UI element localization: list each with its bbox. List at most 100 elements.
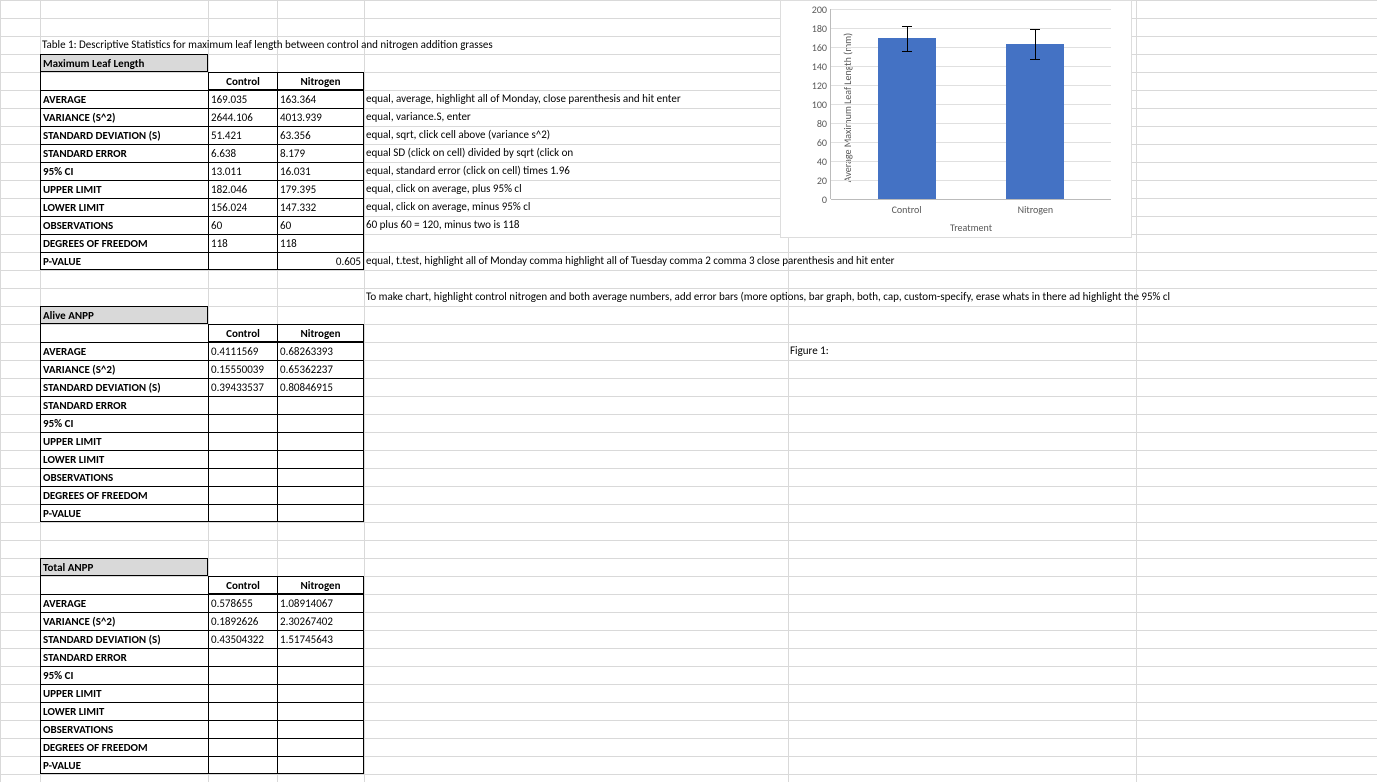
t1-note[interactable]: equal, click on average, minus 95% cl — [364, 198, 532, 216]
t1-note[interactable]: equal, standard error (click on cell) ti… — [364, 162, 572, 180]
t3-control-cell[interactable] — [208, 666, 277, 684]
t1-note[interactable]: equal, variance.S, enter — [364, 108, 473, 126]
table1-section[interactable]: Maximum Leaf Length — [40, 54, 208, 72]
t2-nitrogen-cell[interactable] — [277, 504, 364, 522]
t2-row-label[interactable]: VARIANCE (S^2) — [40, 360, 208, 378]
spreadsheet-grid[interactable]: Table 1: Descriptive Statistics for maxi… — [0, 0, 1377, 782]
bar-chart[interactable]: Average Maximum Leaf Length (mm) 0204060… — [780, 0, 1132, 238]
t3-nitrogen-cell[interactable] — [277, 648, 364, 666]
t1-note[interactable]: equal SD (click on cell) divided by sqrt… — [364, 144, 575, 162]
t1-row-label[interactable]: AVERAGE — [40, 90, 208, 108]
t1-row-label[interactable]: STANDARD ERROR — [40, 144, 208, 162]
col-control-3[interactable]: Control — [208, 576, 277, 594]
t3-nitrogen-cell[interactable]: 2.30267402 — [277, 612, 364, 630]
col-nitrogen-1[interactable]: Nitrogen — [277, 72, 364, 90]
t1-row-label[interactable]: 95% CI — [40, 162, 208, 180]
t1-nitrogen-cell[interactable]: 8.179 — [277, 144, 364, 162]
t1-control-cell[interactable]: 6.638 — [208, 144, 277, 162]
t1-nitrogen-cell[interactable]: 60 — [277, 216, 364, 234]
t3-row-label[interactable]: LOWER LIMIT — [40, 702, 208, 720]
t2-nitrogen-cell[interactable] — [277, 414, 364, 432]
t1-control-cell[interactable]: 182.046 — [208, 180, 277, 198]
t1-note[interactable]: 60 plus 60 = 120, minus two is 118 — [364, 216, 522, 234]
t2-control-cell[interactable] — [208, 432, 277, 450]
t2-control-cell[interactable] — [208, 450, 277, 468]
col-nitrogen-2[interactable]: Nitrogen — [277, 324, 364, 342]
t1-nitrogen-cell[interactable]: 118 — [277, 234, 364, 252]
t2-row-label[interactable]: DEGREES OF FREEDOM — [40, 486, 208, 504]
t3-nitrogen-cell[interactable] — [277, 756, 364, 774]
t1-nitrogen-cell[interactable]: 179.395 — [277, 180, 364, 198]
t2-row-label[interactable]: P-VALUE — [40, 504, 208, 522]
t1-nitrogen-cell[interactable]: 0.605 — [277, 252, 364, 270]
t2-nitrogen-cell[interactable]: 0.68263393 — [277, 342, 364, 360]
t1-nitrogen-cell[interactable]: 147.332 — [277, 198, 364, 216]
t3-nitrogen-cell[interactable]: 1.08914067 — [277, 594, 364, 612]
t1-control-cell[interactable]: 2644.106 — [208, 108, 277, 126]
t1-row-label[interactable]: STANDARD DEVIATION (S) — [40, 126, 208, 144]
t1-nitrogen-cell[interactable]: 4013.939 — [277, 108, 364, 126]
t2-nitrogen-cell[interactable] — [277, 432, 364, 450]
t3-control-cell[interactable] — [208, 720, 277, 738]
t3-nitrogen-cell[interactable] — [277, 720, 364, 738]
t3-row-label[interactable]: P-VALUE — [40, 756, 208, 774]
blank-rowhead-2[interactable] — [40, 324, 208, 342]
t3-control-cell[interactable] — [208, 648, 277, 666]
t2-row-label[interactable]: 95% CI — [40, 414, 208, 432]
t1-control-cell[interactable]: 118 — [208, 234, 277, 252]
t2-row-label[interactable]: STANDARD DEVIATION (S) — [40, 378, 208, 396]
t2-nitrogen-cell[interactable]: 0.65362237 — [277, 360, 364, 378]
t3-nitrogen-cell[interactable] — [277, 702, 364, 720]
t2-control-cell[interactable] — [208, 468, 277, 486]
t1-note[interactable]: equal, average, highlight all of Monday,… — [364, 90, 683, 108]
t2-control-cell[interactable]: 0.15550039 — [208, 360, 277, 378]
t1-control-cell[interactable]: 169.035 — [208, 90, 277, 108]
t1-nitrogen-cell[interactable]: 163.364 — [277, 90, 364, 108]
t3-nitrogen-cell[interactable] — [277, 738, 364, 756]
t3-row-label[interactable]: DEGREES OF FREEDOM — [40, 738, 208, 756]
t3-row-label[interactable]: AVERAGE — [40, 594, 208, 612]
t3-control-cell[interactable] — [208, 702, 277, 720]
t1-row-label[interactable]: LOWER LIMIT — [40, 198, 208, 216]
table1-title[interactable]: Table 1: Descriptive Statistics for maxi… — [40, 36, 495, 54]
t1-row-label[interactable]: UPPER LIMIT — [40, 180, 208, 198]
t2-nitrogen-cell[interactable] — [277, 486, 364, 504]
t3-row-label[interactable]: UPPER LIMIT — [40, 684, 208, 702]
table3-section[interactable]: Total ANPP — [40, 558, 208, 576]
t3-nitrogen-cell[interactable]: 1.51745643 — [277, 630, 364, 648]
t3-control-cell[interactable] — [208, 738, 277, 756]
t2-control-cell[interactable]: 0.39433537 — [208, 378, 277, 396]
t3-control-cell[interactable] — [208, 684, 277, 702]
t2-control-cell[interactable] — [208, 396, 277, 414]
t2-nitrogen-cell[interactable] — [277, 468, 364, 486]
t3-control-cell[interactable]: 0.578655 — [208, 594, 277, 612]
t3-row-label[interactable]: VARIANCE (S^2) — [40, 612, 208, 630]
t3-nitrogen-cell[interactable] — [277, 684, 364, 702]
t1-control-cell[interactable]: 13.011 — [208, 162, 277, 180]
table2-section[interactable]: Alive ANPP — [40, 306, 208, 324]
t3-nitrogen-cell[interactable] — [277, 666, 364, 684]
t1-nitrogen-cell[interactable]: 16.031 — [277, 162, 364, 180]
t2-nitrogen-cell[interactable] — [277, 396, 364, 414]
t2-control-cell[interactable] — [208, 504, 277, 522]
chart-note[interactable]: To make chart, highlight control nitroge… — [364, 288, 1172, 306]
t1-row-label[interactable]: VARIANCE (S^2) — [40, 108, 208, 126]
t3-row-label[interactable]: STANDARD ERROR — [40, 648, 208, 666]
t1-row-label[interactable]: DEGREES OF FREEDOM — [40, 234, 208, 252]
t1-row-label[interactable]: P-VALUE — [40, 252, 208, 270]
t1-control-cell[interactable] — [208, 252, 277, 270]
t2-row-label[interactable]: AVERAGE — [40, 342, 208, 360]
t1-control-cell[interactable]: 60 — [208, 216, 277, 234]
t1-control-cell[interactable]: 156.024 — [208, 198, 277, 216]
t2-row-label[interactable]: STANDARD ERROR — [40, 396, 208, 414]
t1-note[interactable]: equal, click on average, plus 95% cl — [364, 180, 524, 198]
t2-row-label[interactable]: UPPER LIMIT — [40, 432, 208, 450]
t2-nitrogen-cell[interactable]: 0.80846915 — [277, 378, 364, 396]
t2-nitrogen-cell[interactable] — [277, 450, 364, 468]
t2-control-cell[interactable]: 0.4111569 — [208, 342, 277, 360]
t3-row-label[interactable]: STANDARD DEVIATION (S) — [40, 630, 208, 648]
blank-rowhead-3[interactable] — [40, 576, 208, 594]
t3-row-label[interactable]: 95% CI — [40, 666, 208, 684]
t2-row-label[interactable]: OBSERVATIONS — [40, 468, 208, 486]
t2-control-cell[interactable] — [208, 486, 277, 504]
